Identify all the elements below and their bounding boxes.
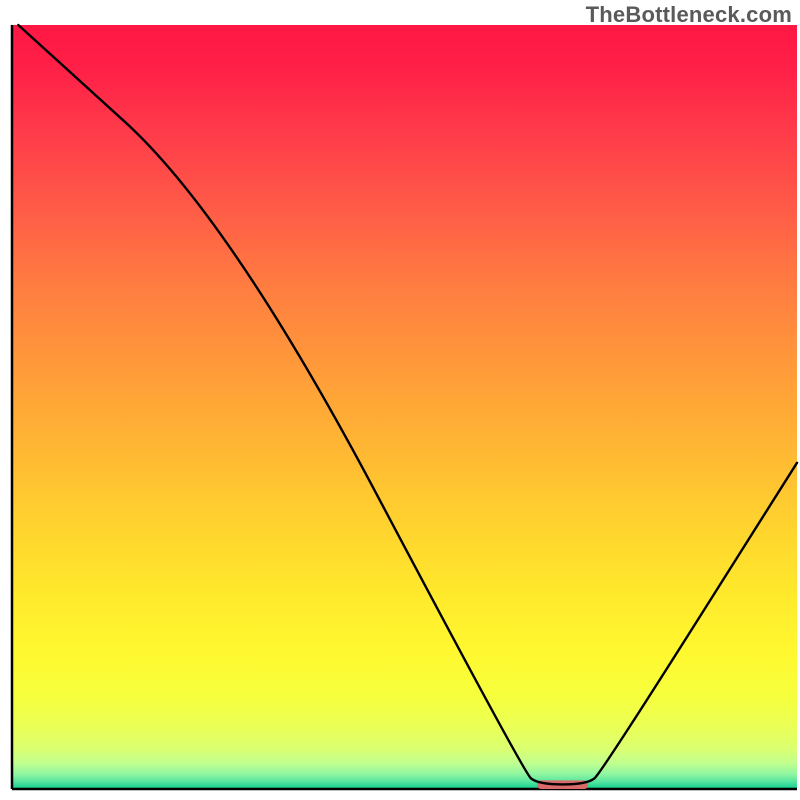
chart-container: { "watermark": "TheBottleneck.com", "cha… <box>0 0 800 800</box>
bottleneck-chart <box>0 0 800 800</box>
watermark-text: TheBottleneck.com <box>586 2 792 28</box>
plot-background <box>12 25 797 789</box>
